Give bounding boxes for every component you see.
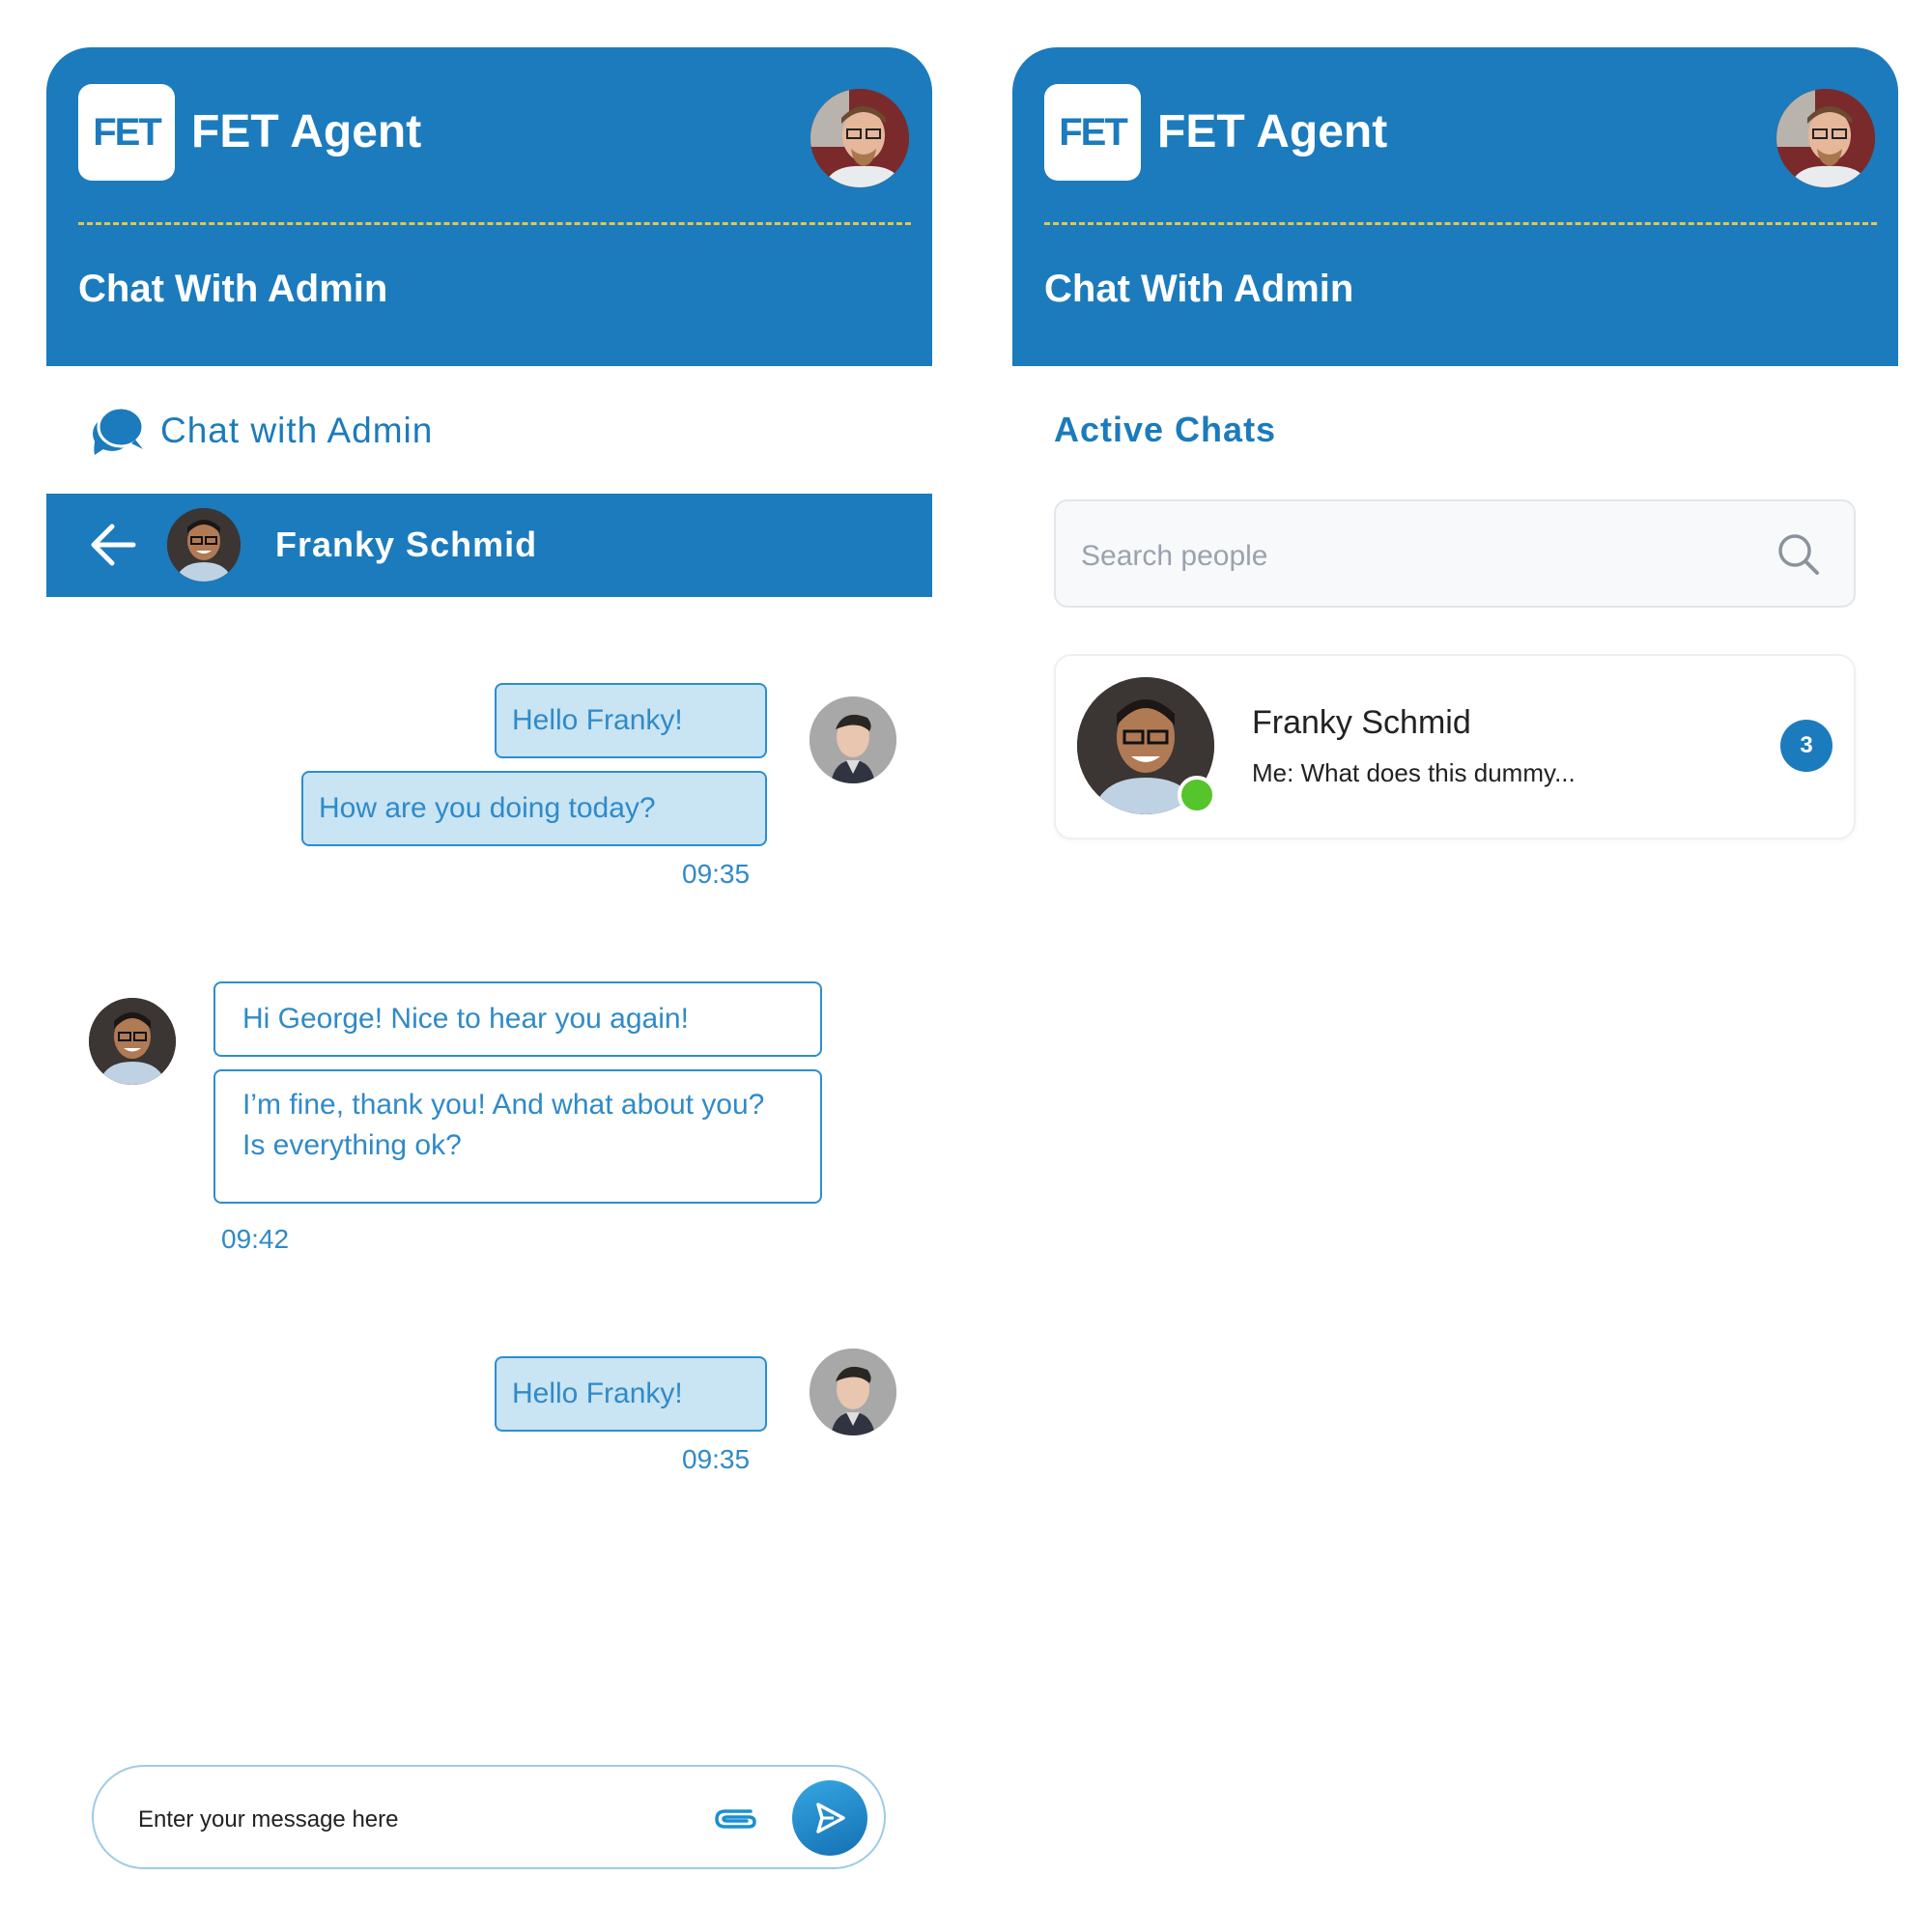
contact-name: Franky Schmid: [275, 525, 538, 564]
sender-avatar: [810, 1349, 896, 1435]
user-avatar[interactable]: [810, 89, 909, 187]
chat-list-item[interactable]: Franky Schmid Me: What does this dummy..…: [1054, 654, 1856, 839]
active-chats-panel: FET FET Agent Chat With Admin Active Cha…: [1012, 47, 1898, 1883]
outgoing-message-bubble: How are you doing today?: [301, 771, 767, 846]
message-timestamp: 09:35: [682, 859, 751, 889]
chat-bubbles-icon: [93, 406, 145, 455]
message-text: Hello Franky!: [512, 704, 683, 736]
contact-message-avatar-image: [89, 998, 176, 1085]
user-avatar[interactable]: [1776, 89, 1875, 187]
app-title: FET Agent: [191, 106, 422, 157]
message-timestamp: 09:35: [682, 1444, 751, 1474]
app-header: FET FET Agent Chat With Admin: [1012, 47, 1898, 366]
incoming-message-bubble: I’m fine, thank you! And what about you?…: [213, 1069, 822, 1204]
online-status-indicator: [1178, 776, 1216, 814]
message-text: How are you doing today?: [319, 792, 656, 824]
message-text: I’m fine, thank you! And what about you?…: [242, 1089, 765, 1161]
sender-avatar-image: [810, 1349, 896, 1435]
contact-message-avatar: [89, 998, 176, 1085]
user-avatar-image: [810, 89, 909, 187]
app-header: FET FET Agent Chat With Admin: [46, 47, 932, 366]
contact-avatar[interactable]: [167, 508, 241, 582]
search-input[interactable]: [1079, 536, 1740, 577]
header-subtitle: Chat With Admin: [78, 268, 388, 310]
app-logo: FET: [1044, 84, 1141, 181]
chat-last-message: Me: What does this dummy...: [1252, 758, 1576, 787]
message-timestamp: 09:42: [221, 1224, 290, 1254]
outgoing-message-bubble: Hello Franky!: [495, 1356, 767, 1432]
message-input[interactable]: [136, 1802, 681, 1838]
send-button[interactable]: [792, 1780, 867, 1856]
send-icon: [816, 1803, 845, 1833]
active-chats-title: Active Chats: [1054, 410, 1277, 449]
back-arrow-icon[interactable]: [89, 523, 137, 567]
sender-avatar-image: [810, 696, 896, 783]
chat-section-heading: Chat with Admin: [89, 405, 433, 457]
user-avatar-image: [1776, 89, 1875, 187]
sender-avatar: [810, 696, 896, 783]
contact-avatar-image: [167, 508, 241, 582]
conversation-panel: FET FET Agent Chat With Admin Chat with …: [46, 47, 932, 1883]
search-box: [1054, 499, 1856, 608]
unread-count-badge: 3: [1780, 720, 1833, 772]
contact-bar: Franky Schmid: [46, 494, 932, 597]
message-text: Hi George! Nice to hear you again!: [242, 1003, 689, 1035]
section-title: Chat with Admin: [160, 411, 434, 450]
header-divider: [78, 222, 911, 225]
app-title: FET Agent: [1157, 106, 1388, 157]
incoming-message-bubble: Hi George! Nice to hear you again!: [213, 981, 822, 1057]
search-icon[interactable]: [1776, 532, 1821, 577]
header-divider: [1044, 222, 1877, 225]
chat-contact-name: Franky Schmid: [1252, 704, 1471, 741]
paperclip-icon[interactable]: [712, 1802, 760, 1836]
message-composer: [92, 1765, 886, 1869]
message-text: Hello Franky!: [512, 1378, 683, 1409]
header-subtitle: Chat With Admin: [1044, 268, 1354, 310]
outgoing-message-bubble: Hello Franky!: [495, 683, 767, 758]
app-logo: FET: [78, 84, 175, 181]
